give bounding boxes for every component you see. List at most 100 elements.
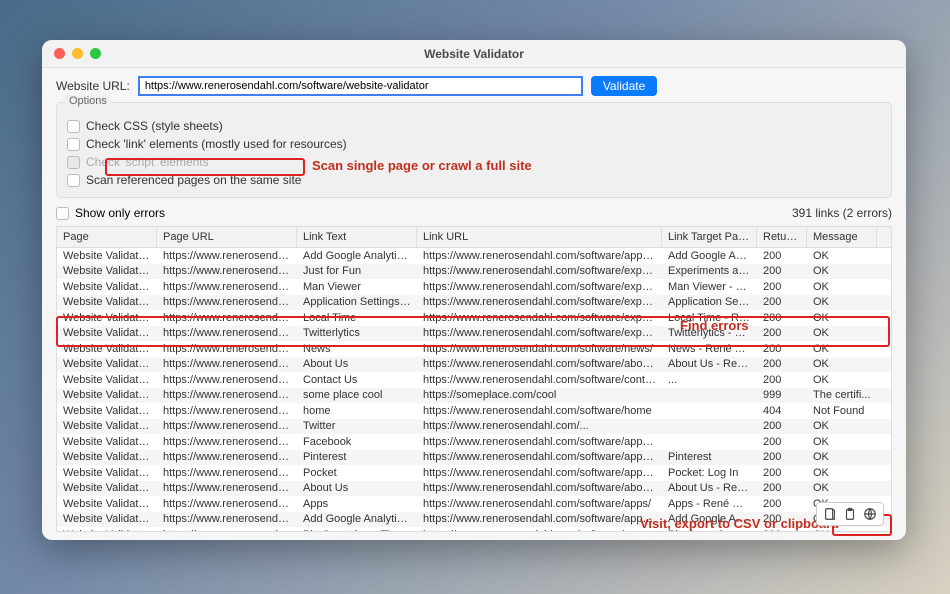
cell: https://www.renerosendahl.com/software/e… — [417, 312, 662, 324]
cell: Add Google Analytics Co... — [297, 513, 417, 525]
col-return[interactable]: Return... — [757, 227, 807, 247]
cell: some place cool — [297, 389, 417, 401]
cell: 200 — [757, 451, 807, 463]
cell: Website Validator - R... — [57, 327, 157, 339]
show-only-errors-checkbox[interactable] — [56, 207, 69, 220]
below-options-row: Show only errors 391 links (2 errors) — [42, 204, 906, 226]
cell: 200 — [757, 343, 807, 355]
table-row[interactable]: Website Validator - R...https://www.rene… — [57, 264, 891, 280]
cell: Website Validator - R... — [57, 529, 157, 532]
cell: 200 — [757, 250, 807, 262]
cell: Website Validator - R... — [57, 467, 157, 479]
cell: https://www.renerosendahl.co... — [157, 281, 297, 293]
table-row[interactable]: Website Validator - R...https://www.rene… — [57, 527, 891, 532]
cell: Man Viewer — [297, 281, 417, 293]
cell: Website Validator - R... — [57, 513, 157, 525]
col-page-url[interactable]: Page URL — [157, 227, 297, 247]
table-row[interactable]: Website Validator - R...https://www.rene… — [57, 465, 891, 481]
col-message[interactable]: Message — [807, 227, 877, 247]
cell: 200 — [757, 265, 807, 277]
table-row[interactable]: Website Validator - R...https://www.rene… — [57, 310, 891, 326]
toolbar: Website URL: Validate — [42, 68, 906, 102]
cell: OK — [807, 265, 877, 277]
app-window: Website Validator Website URL: Validate … — [42, 40, 906, 540]
window-title: Website Validator — [42, 47, 906, 61]
cell: Add Google Analyti... — [662, 250, 757, 262]
cell: https://www.renerosendahl.com/software/a… — [417, 467, 662, 479]
table-row[interactable]: Website Validator - R...https://www.rene… — [57, 248, 891, 264]
table-row[interactable]: Website Validator - R... https://www.rene… — [57, 496, 891, 512]
cell: https://www.renerosendahl.com/software/a… — [417, 250, 662, 262]
options-legend: Options — [65, 95, 111, 107]
cell: https://www.renerosendahl.co... — [157, 265, 297, 277]
url-input[interactable] — [138, 76, 583, 96]
scan-refs-label: Scan referenced pages on the same site — [86, 173, 301, 187]
table-row[interactable]: Website Validator - R...https://www.rene… — [57, 481, 891, 497]
cell: Big Countdown Tim... — [662, 529, 757, 532]
cell: https://www.renerosendahl.com/software/a… — [417, 498, 662, 510]
check-css-checkbox[interactable] — [67, 120, 80, 133]
col-link-url[interactable]: Link URL — [417, 227, 662, 247]
cell: Website Validator - R... — [57, 482, 157, 494]
cell: https://www.renerosendahl.co... — [157, 467, 297, 479]
check-script-label: Check 'script' elements — [86, 155, 209, 169]
check-link-checkbox[interactable] — [67, 138, 80, 151]
table-row[interactable]: Website Validator - R... https://www.rene… — [57, 326, 891, 342]
cell: https://www.renerosendahl.com/software/e… — [417, 327, 662, 339]
export-csv-icon[interactable] — [822, 506, 838, 522]
table-row[interactable]: Website Validator - R...https://www.rene… — [57, 357, 891, 373]
col-page[interactable]: Page — [57, 227, 157, 247]
globe-icon[interactable] — [862, 506, 878, 522]
cell: 200 — [757, 327, 807, 339]
table-row[interactable]: Website Validator - R...https://www.rene… — [57, 450, 891, 466]
cell: https://www.renerosendahl.com/software/e… — [417, 281, 662, 293]
cell: 200 — [757, 467, 807, 479]
cell: https://www.renerosendahl.com/software/a… — [417, 529, 662, 532]
cell: Application Settings... — [662, 296, 757, 308]
cell: Website Validator - R... — [57, 265, 157, 277]
cell: 200 — [757, 436, 807, 448]
cell: https://www.renerosendahl.co... — [157, 420, 297, 432]
cell: Pinterest — [297, 451, 417, 463]
cell: Facebook — [297, 436, 417, 448]
cell: OK — [807, 467, 877, 479]
table-row[interactable]: Website Validator - R...https://www.rene… — [57, 512, 891, 528]
cell: OK — [807, 436, 877, 448]
table-row[interactable]: Website Validator - R...https://www.rene… — [57, 341, 891, 357]
cell: https://www.renerosendahl.co... — [157, 513, 297, 525]
table-row[interactable]: Website Validator - R...https://www.rene… — [57, 372, 891, 388]
col-link-text[interactable]: Link Text — [297, 227, 417, 247]
cell: Website Validator - R... — [57, 498, 157, 510]
cell: Website Validator - R... — [57, 343, 157, 355]
cell: News - René Rosen... — [662, 343, 757, 355]
cell: Local Time - René ... — [662, 312, 757, 324]
cell: About Us - René Ro... — [662, 482, 757, 494]
table-row[interactable]: Website Validator - R...https://www.rene… — [57, 388, 891, 404]
cell: https://www.renerosendahl.co... — [157, 389, 297, 401]
scan-refs-checkbox[interactable] — [67, 174, 80, 187]
cell: https://www.renerosendahl.co... — [157, 451, 297, 463]
clipboard-icon[interactable] — [842, 506, 858, 522]
cell: https://www.renerosendahl.com/software/c… — [417, 374, 662, 386]
cell: Pocket — [297, 467, 417, 479]
col-link-target[interactable]: Link Target Page — [662, 227, 757, 247]
table-row[interactable]: Website Validator - R...https://www.rene… — [57, 279, 891, 295]
check-css-label: Check CSS (style sheets) — [86, 119, 223, 133]
table-row[interactable]: Website Validator - R...https://www.rene… — [57, 419, 891, 435]
cell: https://www.renerosendahl.co... — [157, 312, 297, 324]
cell: Not Found — [807, 405, 877, 417]
table-row[interactable]: Website Validator - R...https://www.rene… — [57, 403, 891, 419]
cell: 200 — [757, 374, 807, 386]
cell: 999 — [757, 389, 807, 401]
table-row[interactable]: Website Validator - R...https://www.rene… — [57, 434, 891, 450]
cell: https://www.renerosendahl.com/software/a… — [417, 436, 662, 448]
cell: 200 — [757, 420, 807, 432]
cell: Pocket: Log In — [662, 467, 757, 479]
cell: https://www.renerosendahl.co... — [157, 529, 297, 532]
validate-button[interactable]: Validate — [591, 76, 657, 96]
cell: Local Time — [297, 312, 417, 324]
cell: News — [297, 343, 417, 355]
cell: ... — [662, 374, 757, 386]
cell: 200 — [757, 281, 807, 293]
table-row[interactable]: Website Validator - R...https://www.rene… — [57, 295, 891, 311]
